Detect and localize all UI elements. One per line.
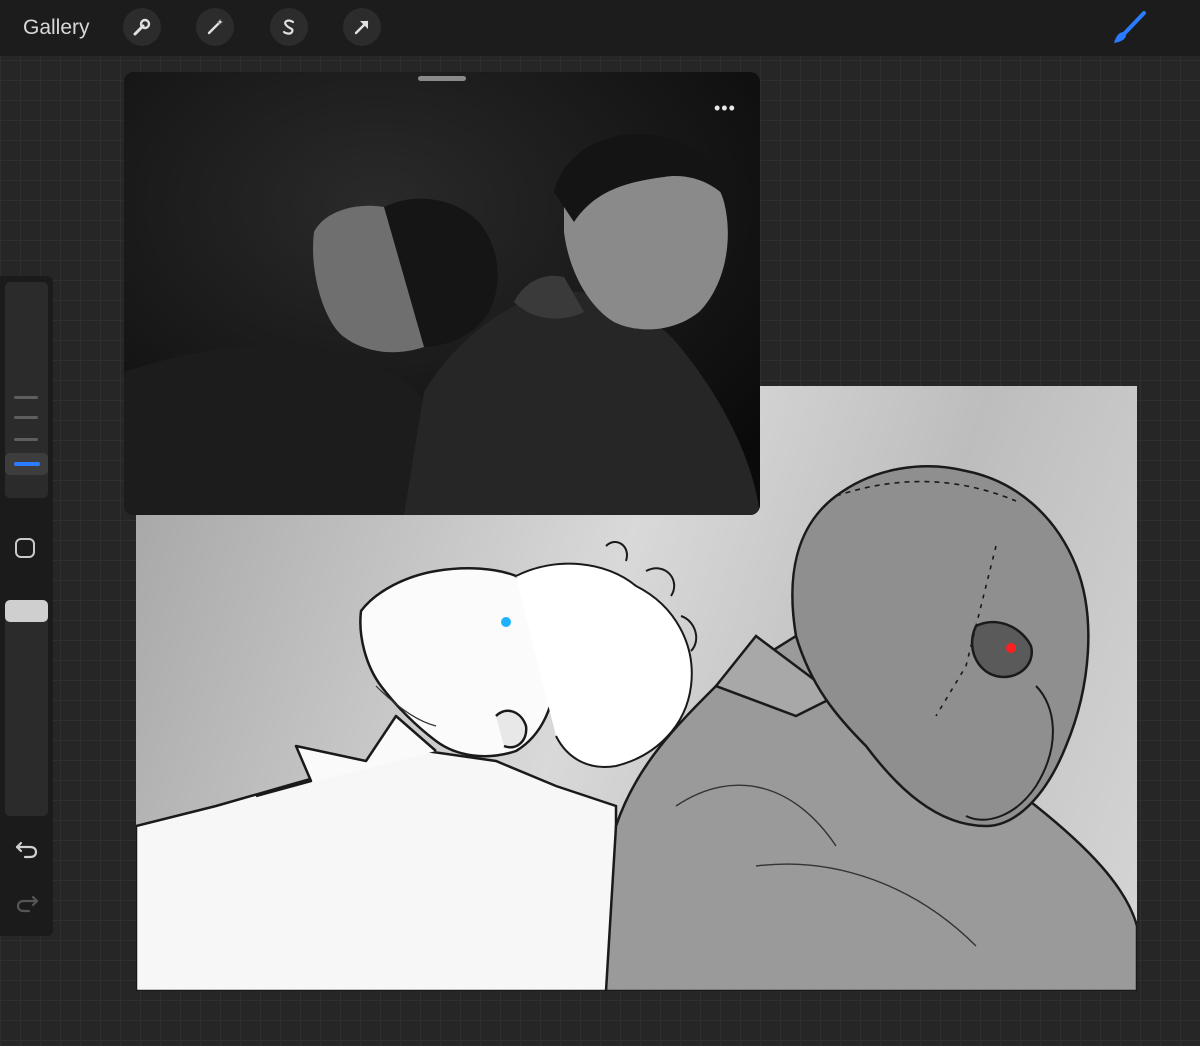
undo-button[interactable]: [12, 834, 42, 864]
top-toolbar: Gallery: [0, 0, 1200, 56]
reference-more-button[interactable]: •••: [714, 98, 736, 119]
opacity-slider[interactable]: [5, 600, 48, 816]
size-tick: [14, 396, 38, 399]
undo-icon: [15, 841, 38, 859]
redo-button[interactable]: [12, 888, 42, 918]
actions-wrench-button[interactable]: [123, 8, 161, 46]
selection-button[interactable]: [270, 8, 308, 46]
brush-button[interactable]: [1110, 10, 1150, 46]
transform-arrow-icon: [354, 20, 369, 35]
opacity-thumb[interactable]: [5, 600, 48, 622]
magic-wand-icon: [207, 19, 223, 35]
redo-icon: [16, 895, 39, 913]
sidebar: [0, 276, 53, 936]
transform-button[interactable]: [343, 8, 381, 46]
gallery-button[interactable]: Gallery: [23, 14, 90, 42]
adjustments-button[interactable]: [196, 8, 234, 46]
reference-drag-handle[interactable]: [418, 76, 466, 81]
brush-size-thumb[interactable]: [5, 453, 48, 475]
right-eye-mark: [1006, 643, 1016, 653]
size-tick: [14, 416, 38, 419]
wrench-icon: [133, 18, 151, 36]
left-eye-mark: [501, 617, 511, 627]
brush-size-slider[interactable]: [5, 282, 48, 498]
reference-photo: [124, 72, 760, 515]
size-tick: [14, 438, 38, 441]
modify-button[interactable]: [15, 538, 35, 558]
brush-icon: [1114, 11, 1146, 43]
selection-s-icon: [282, 19, 295, 35]
reference-window[interactable]: •••: [124, 72, 760, 515]
